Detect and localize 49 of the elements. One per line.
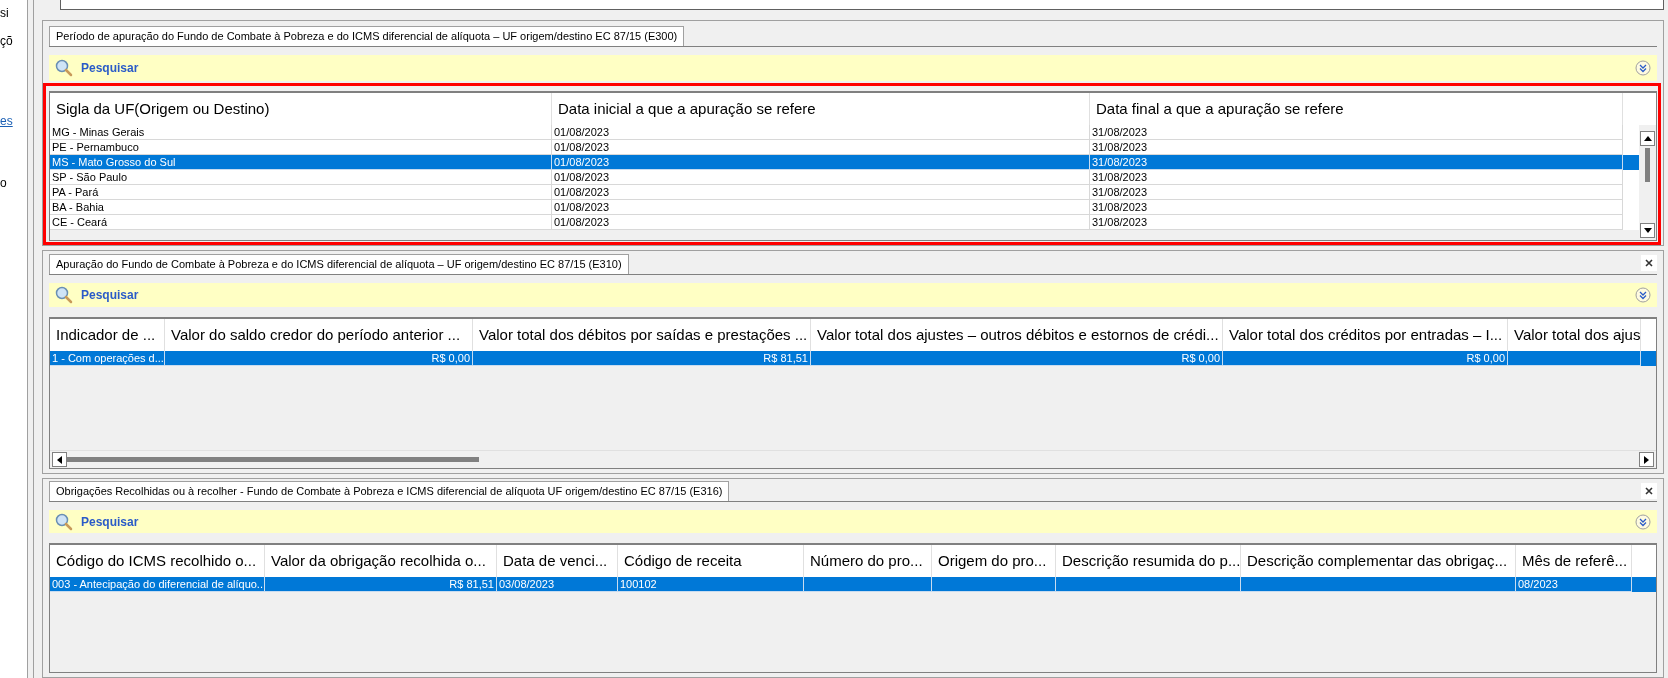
table-row[interactable]: CE - Ceará 01/08/2023 31/08/2023 — [50, 215, 1639, 230]
table-row[interactable]: BA - Bahia 01/08/2023 31/08/2023 — [50, 200, 1639, 215]
table-cell: R$ 81,51 — [265, 577, 497, 592]
table-row[interactable]: PE - Pernambuco 01/08/2023 31/08/2023 — [50, 140, 1639, 155]
panel-tab[interactable]: Período de apuração do Fundo de Combate à Pobreza e do ICMS diferencial de alíquota – UF origem/destino EC 87/15 (E300) — [49, 26, 685, 46]
label-fragment: çõ — [0, 34, 14, 48]
expand-icon[interactable] — [1635, 513, 1651, 530]
table-cell: R$ 0,00 — [165, 351, 473, 366]
table-cell: 1 - Com operações d... — [50, 351, 165, 366]
table-cell: 31/08/2023 — [1090, 215, 1623, 230]
horizontal-scrollbar[interactable] — [50, 450, 1656, 468]
label-fragment: si — [0, 6, 10, 20]
scroll-up-icon[interactable] — [1640, 131, 1655, 146]
table-row[interactable]: MS - Mato Grosso do Sul 01/08/2023 31/08/2023 — [50, 155, 1639, 170]
table-row[interactable]: MG - Minas Gerais 01/08/2023 31/08/2023 — [50, 125, 1639, 140]
table-cell: R$ 0,00 — [811, 351, 1223, 366]
close-button[interactable] — [1641, 255, 1657, 271]
close-icon[interactable] — [1645, 487, 1653, 495]
search-button[interactable]: Pesquisar — [81, 512, 139, 531]
table-cell: R$ 0,00 — [1223, 351, 1508, 366]
scroll-thumb[interactable] — [67, 457, 479, 462]
scroll-right-icon[interactable] — [1639, 452, 1654, 467]
panel-tab[interactable]: Obrigações Recolhidas ou à recolher - Fundo de Combate à Pobreza e ICMS diferencial de alíquota UF origem/destino EC 87/15 (E316) — [49, 481, 730, 502]
search-icon — [55, 59, 73, 77]
table-cell: R$ 81,51 — [473, 351, 811, 366]
table-cell: 03/08/2023 — [497, 577, 618, 592]
scroll-left-icon[interactable] — [52, 452, 67, 467]
close-icon[interactable] — [1645, 259, 1653, 267]
search-button[interactable]: Pesquisar — [81, 59, 139, 77]
table-row[interactable]: 003 - Antecipação do diferencial de alíquo... R$ 81,51 03/08/2023 100102 08/2023 — [50, 577, 1656, 592]
expand-icon[interactable] — [1635, 60, 1651, 76]
table-row[interactable]: PA - Pará 01/08/2023 31/08/2023 — [50, 185, 1639, 200]
expand-icon[interactable] — [1635, 287, 1651, 303]
table-cell: 100102 — [618, 577, 804, 592]
table-row[interactable]: 1 - Com operações d... R$ 0,00 R$ 81,51 R$ 0,00 R$ 0,00 — [50, 351, 1656, 366]
table-row[interactable]: SP - São Paulo 01/08/2023 31/08/2023 — [50, 170, 1639, 185]
search-icon — [55, 286, 73, 304]
search-button[interactable]: Pesquisar — [81, 286, 139, 304]
table-cell: CE - Ceará — [50, 215, 552, 230]
table-cell: 003 - Antecipação do diferencial de alíquo... — [50, 577, 265, 592]
label-fragment: o — [0, 176, 8, 190]
search-icon — [55, 512, 73, 531]
link[interactable]: es — [0, 114, 27, 128]
table-cell: 08/2023 — [1516, 577, 1632, 592]
close-button[interactable] — [1641, 483, 1657, 499]
scroll-thumb[interactable] — [1645, 148, 1650, 182]
scroll-down-icon[interactable] — [1640, 223, 1655, 238]
table-cell: 01/08/2023 — [552, 215, 1090, 230]
panel-tab[interactable]: Apuração do Fundo de Combate à Pobreza e do ICMS diferencial de alíquota – UF origem/destino EC 87/15 (E310) — [49, 254, 629, 275]
